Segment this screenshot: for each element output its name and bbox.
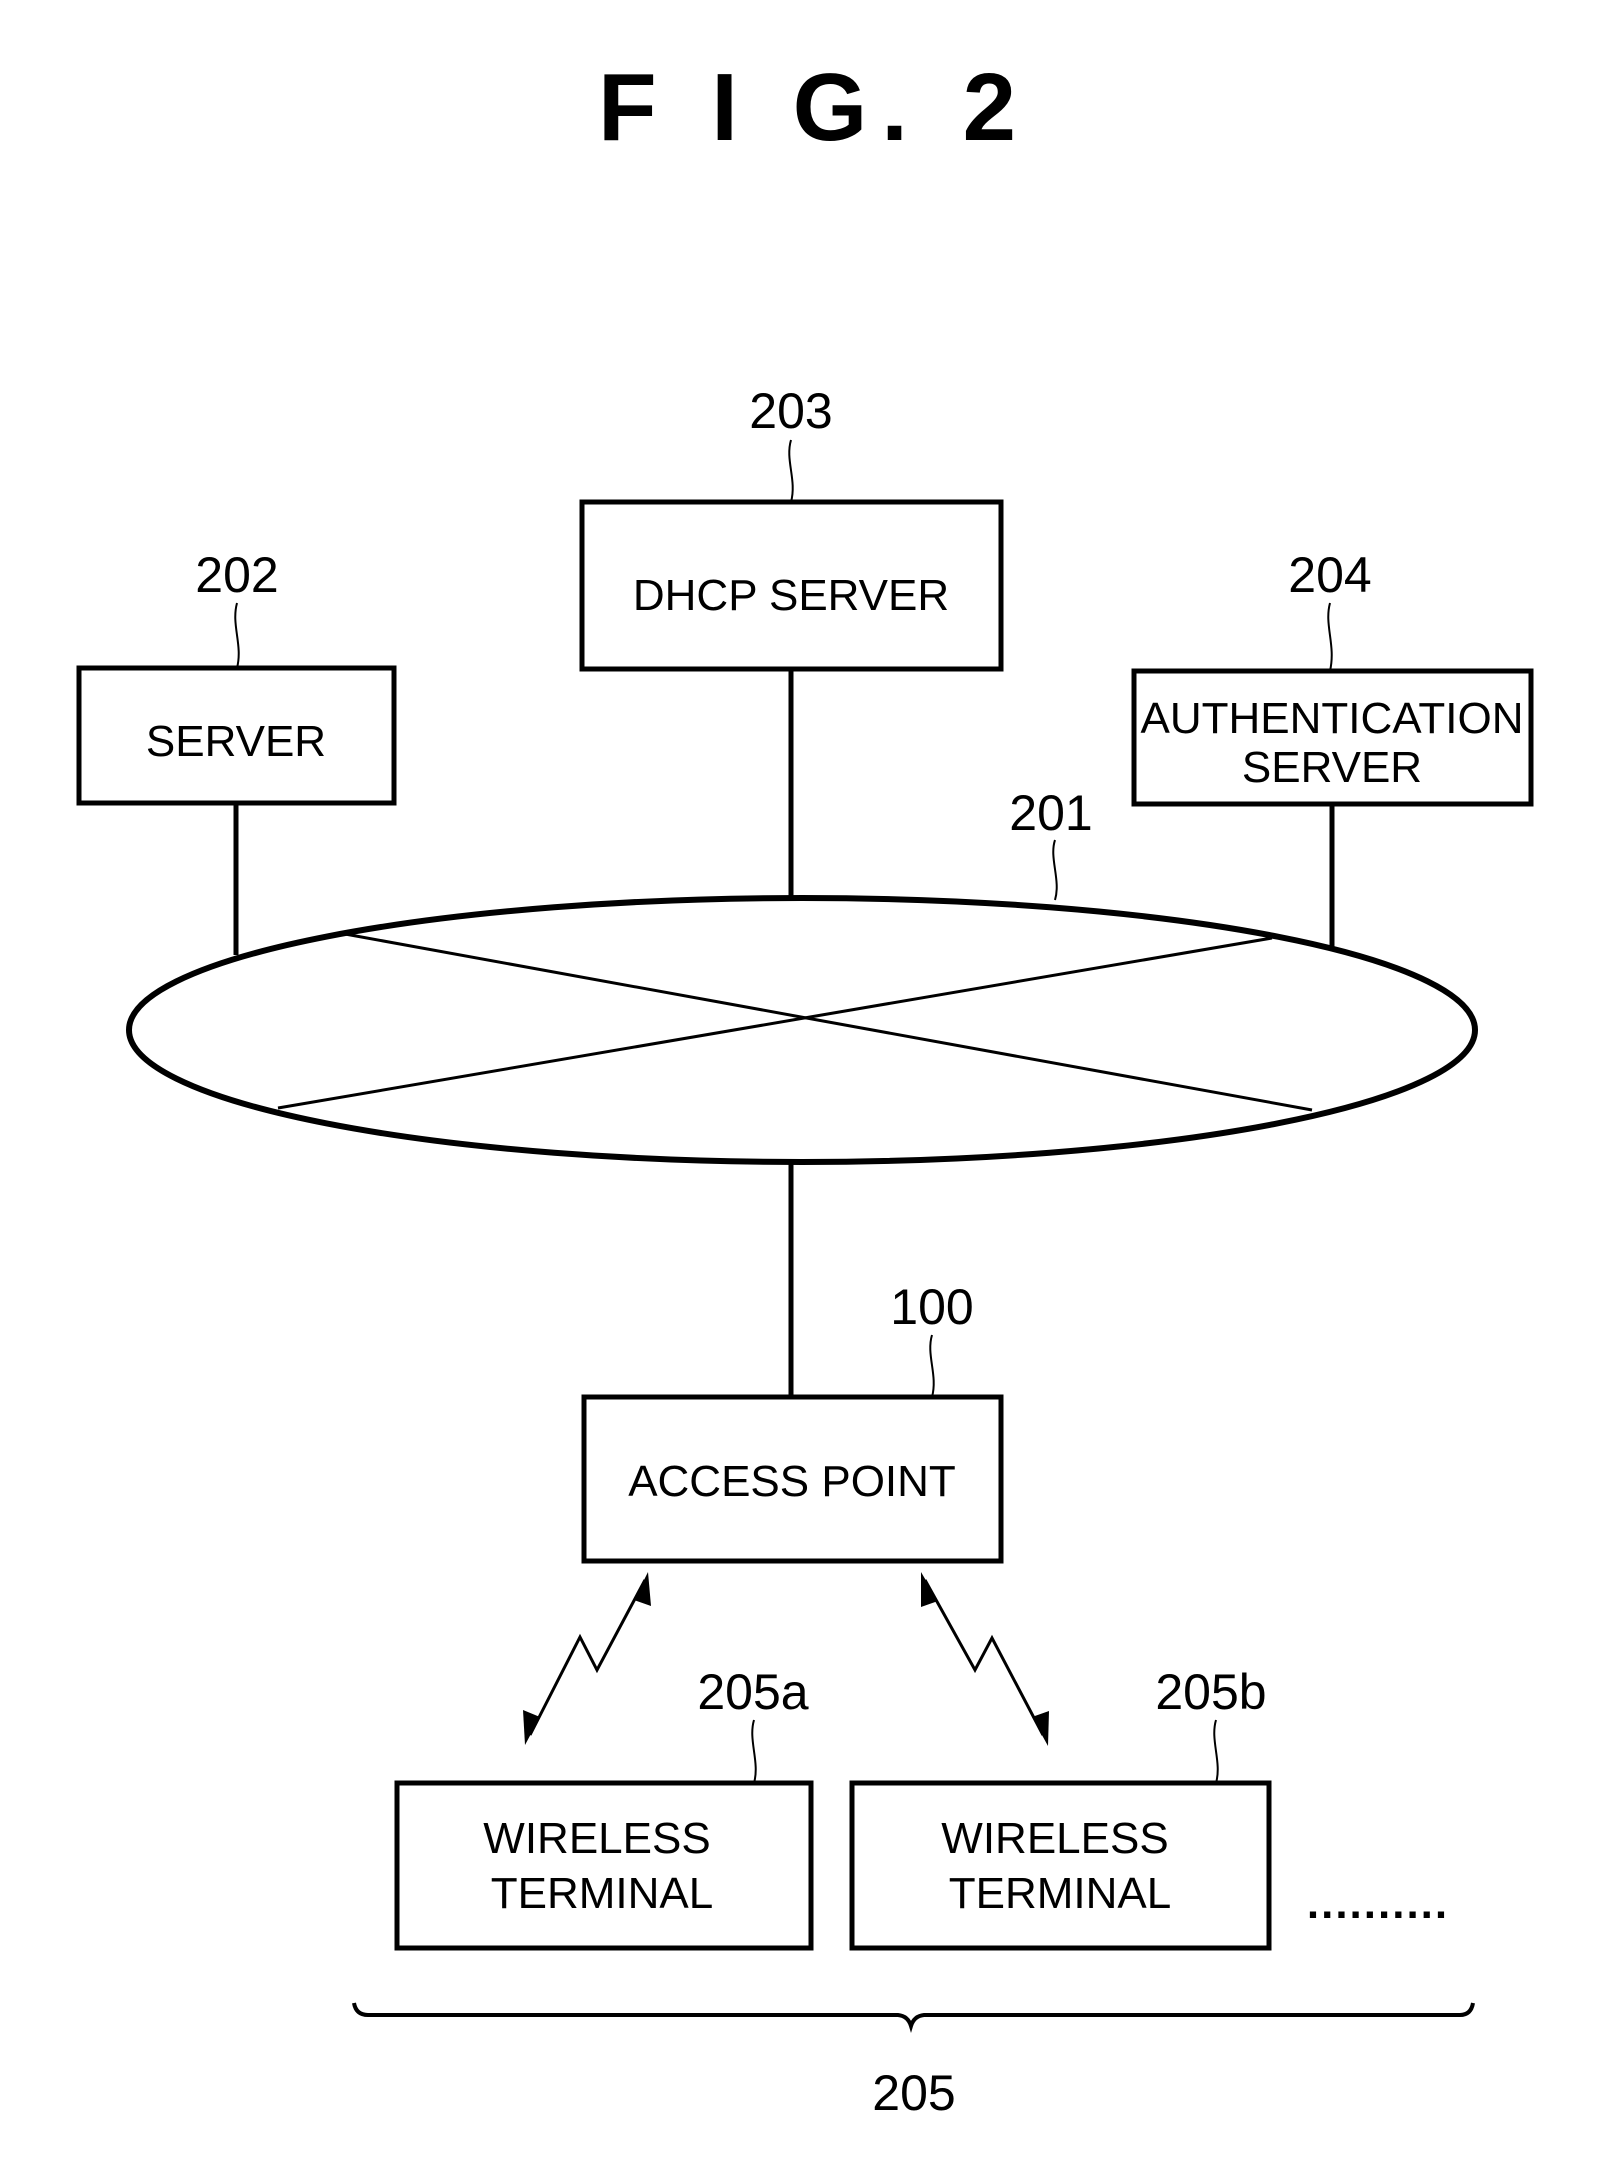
ref-201: 201: [1009, 785, 1092, 841]
wireless-link-a: [523, 1572, 651, 1745]
arrowhead-down-b-icon: [1032, 1711, 1049, 1746]
server-label: SERVER: [146, 717, 326, 766]
terminal-b-label-line2: TERMINAL: [949, 1869, 1171, 1918]
leader-205b: [1213, 1719, 1219, 1784]
arrowhead-up-b-icon: [921, 1572, 938, 1607]
auth-server-label-line2: SERVER: [1242, 743, 1422, 792]
terminal-a-label-line2: TERMINAL: [491, 1869, 713, 1918]
leader-100: [929, 1334, 935, 1398]
ref-205a: 205a: [697, 1664, 808, 1720]
figure-title: F I G. 2: [598, 54, 1030, 161]
dhcp-server-box: DHCP SERVER: [579, 499, 1004, 672]
ref-205b: 205b: [1155, 1664, 1266, 1720]
leader-201: [1052, 839, 1058, 901]
arrowhead-up-a-icon: [634, 1572, 651, 1606]
auth-server-label-line1: AUTHENTICATION: [1141, 694, 1524, 743]
wireless-terminal-a-box: WIRELESS TERMINAL: [394, 1780, 814, 1951]
access-point-box: ACCESS POINT: [581, 1394, 1004, 1564]
wireless-terminal-b-box: WIRELESS TERMINAL: [849, 1780, 1272, 1951]
dhcp-server-label: DHCP SERVER: [633, 571, 949, 620]
ref-100: 100: [890, 1279, 973, 1335]
terminal-a-label-line1: WIRELESS: [483, 1814, 710, 1863]
leader-203: [788, 439, 794, 503]
leader-204: [1327, 602, 1333, 672]
leader-202: [234, 602, 240, 669]
ref-203: 203: [749, 383, 832, 439]
ref-205: 205: [872, 2065, 955, 2121]
authentication-server-box: AUTHENTICATION SERVER: [1131, 668, 1534, 807]
ref-202: 202: [195, 547, 278, 603]
terminal-b-label-line1: WIRELESS: [941, 1814, 1168, 1863]
network-diagram: F I G. 2 203 202 204 201 100 205a 205b 2…: [76, 54, 1534, 2121]
wireless-link-b: [921, 1572, 1049, 1746]
arrowhead-down-a-icon: [523, 1710, 540, 1745]
server-box: SERVER: [76, 665, 397, 806]
leader-205a: [751, 1719, 757, 1784]
more-terminals-ellipsis: ..........: [1307, 1879, 1449, 1928]
network-cloud: [126, 895, 1478, 1165]
access-point-label: ACCESS POINT: [628, 1457, 956, 1506]
terminal-group-brace: [352, 2002, 1475, 2033]
ref-204: 204: [1288, 547, 1371, 603]
